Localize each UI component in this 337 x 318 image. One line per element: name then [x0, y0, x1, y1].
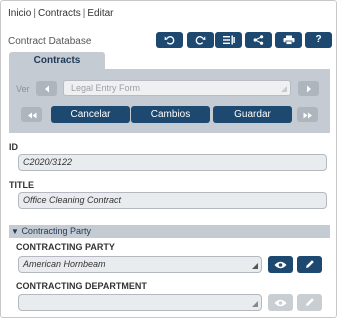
- contracting-department-select[interactable]: [18, 294, 262, 311]
- breadcrumb-current: Editar: [87, 8, 114, 19]
- print-icon: [283, 35, 295, 45]
- pencil-icon: [305, 294, 315, 312]
- title-label: TITLE: [9, 180, 34, 190]
- help-icon: ?: [315, 34, 322, 45]
- contracting-party-select[interactable]: American Hornbeam: [18, 256, 262, 273]
- id-label: ID: [9, 142, 18, 152]
- share-button[interactable]: [245, 32, 272, 48]
- edit-party-button[interactable]: [297, 256, 322, 273]
- view-panel: Ver Legal Entry Form Cancelar Cambios Gu…: [9, 69, 330, 133]
- double-chevron-left-icon: [27, 106, 37, 124]
- contracting-party-label: CONTRACTING PARTY: [16, 242, 115, 252]
- view-select-placeholder: Legal Entry Form: [71, 83, 141, 93]
- print-button[interactable]: [275, 32, 302, 48]
- contracting-party-section-header[interactable]: ▼ Contracting Party: [9, 225, 330, 238]
- list-settings-icon: [222, 35, 235, 45]
- view-select[interactable]: Legal Entry Form: [63, 80, 291, 96]
- chevron-left-icon: [44, 80, 50, 98]
- save-button[interactable]: Guardar: [213, 106, 292, 123]
- contracting-party-value: American Hornbeam: [23, 259, 106, 269]
- redo-button[interactable]: [187, 32, 214, 48]
- double-chevron-right-icon: [303, 106, 313, 124]
- eye-icon: [274, 256, 287, 274]
- title-field[interactable]: Office Cleaning Contract: [18, 192, 327, 209]
- dropdown-corner-icon: [252, 301, 258, 307]
- id-field[interactable]: C2020/3122: [18, 154, 327, 171]
- breadcrumb-separator: |: [33, 8, 36, 19]
- cancel-button[interactable]: Cancelar: [51, 106, 130, 123]
- view-label: Ver: [16, 84, 30, 94]
- last-record-button[interactable]: [297, 107, 318, 122]
- tab-contracts[interactable]: Contracts: [9, 52, 105, 69]
- undo-button[interactable]: [156, 32, 183, 48]
- next-view-button[interactable]: [298, 81, 319, 96]
- share-icon: [253, 35, 264, 45]
- edit-department-button[interactable]: [297, 294, 322, 311]
- previous-view-button[interactable]: [36, 81, 57, 96]
- redo-icon: [195, 35, 206, 45]
- chevron-right-icon: [306, 80, 312, 98]
- section-title: Contracting Party: [21, 226, 91, 236]
- dropdown-corner-icon: [281, 86, 287, 92]
- expand-triangle-icon: ▼: [11, 227, 19, 236]
- breadcrumb-home[interactable]: Inicio: [8, 8, 31, 19]
- view-department-button[interactable]: [268, 294, 293, 311]
- breadcrumb-contracts[interactable]: Contracts: [38, 8, 81, 19]
- changes-button[interactable]: Cambios: [131, 106, 210, 123]
- contracting-department-label: CONTRACTING DEPARTMENT: [16, 281, 147, 291]
- list-settings-button[interactable]: [215, 32, 242, 48]
- database-title: Contract Database: [8, 36, 92, 47]
- view-party-button[interactable]: [268, 256, 293, 273]
- dropdown-corner-icon: [252, 263, 258, 269]
- pencil-icon: [305, 256, 315, 274]
- app-window: Inicio | Contracts | Editar Contract Databas…: [0, 0, 337, 318]
- help-button[interactable]: ?: [305, 32, 332, 48]
- undo-icon: [164, 35, 175, 45]
- first-record-button[interactable]: [21, 107, 42, 122]
- breadcrumb: Inicio | Contracts | Editar: [8, 8, 114, 19]
- eye-icon: [274, 294, 287, 312]
